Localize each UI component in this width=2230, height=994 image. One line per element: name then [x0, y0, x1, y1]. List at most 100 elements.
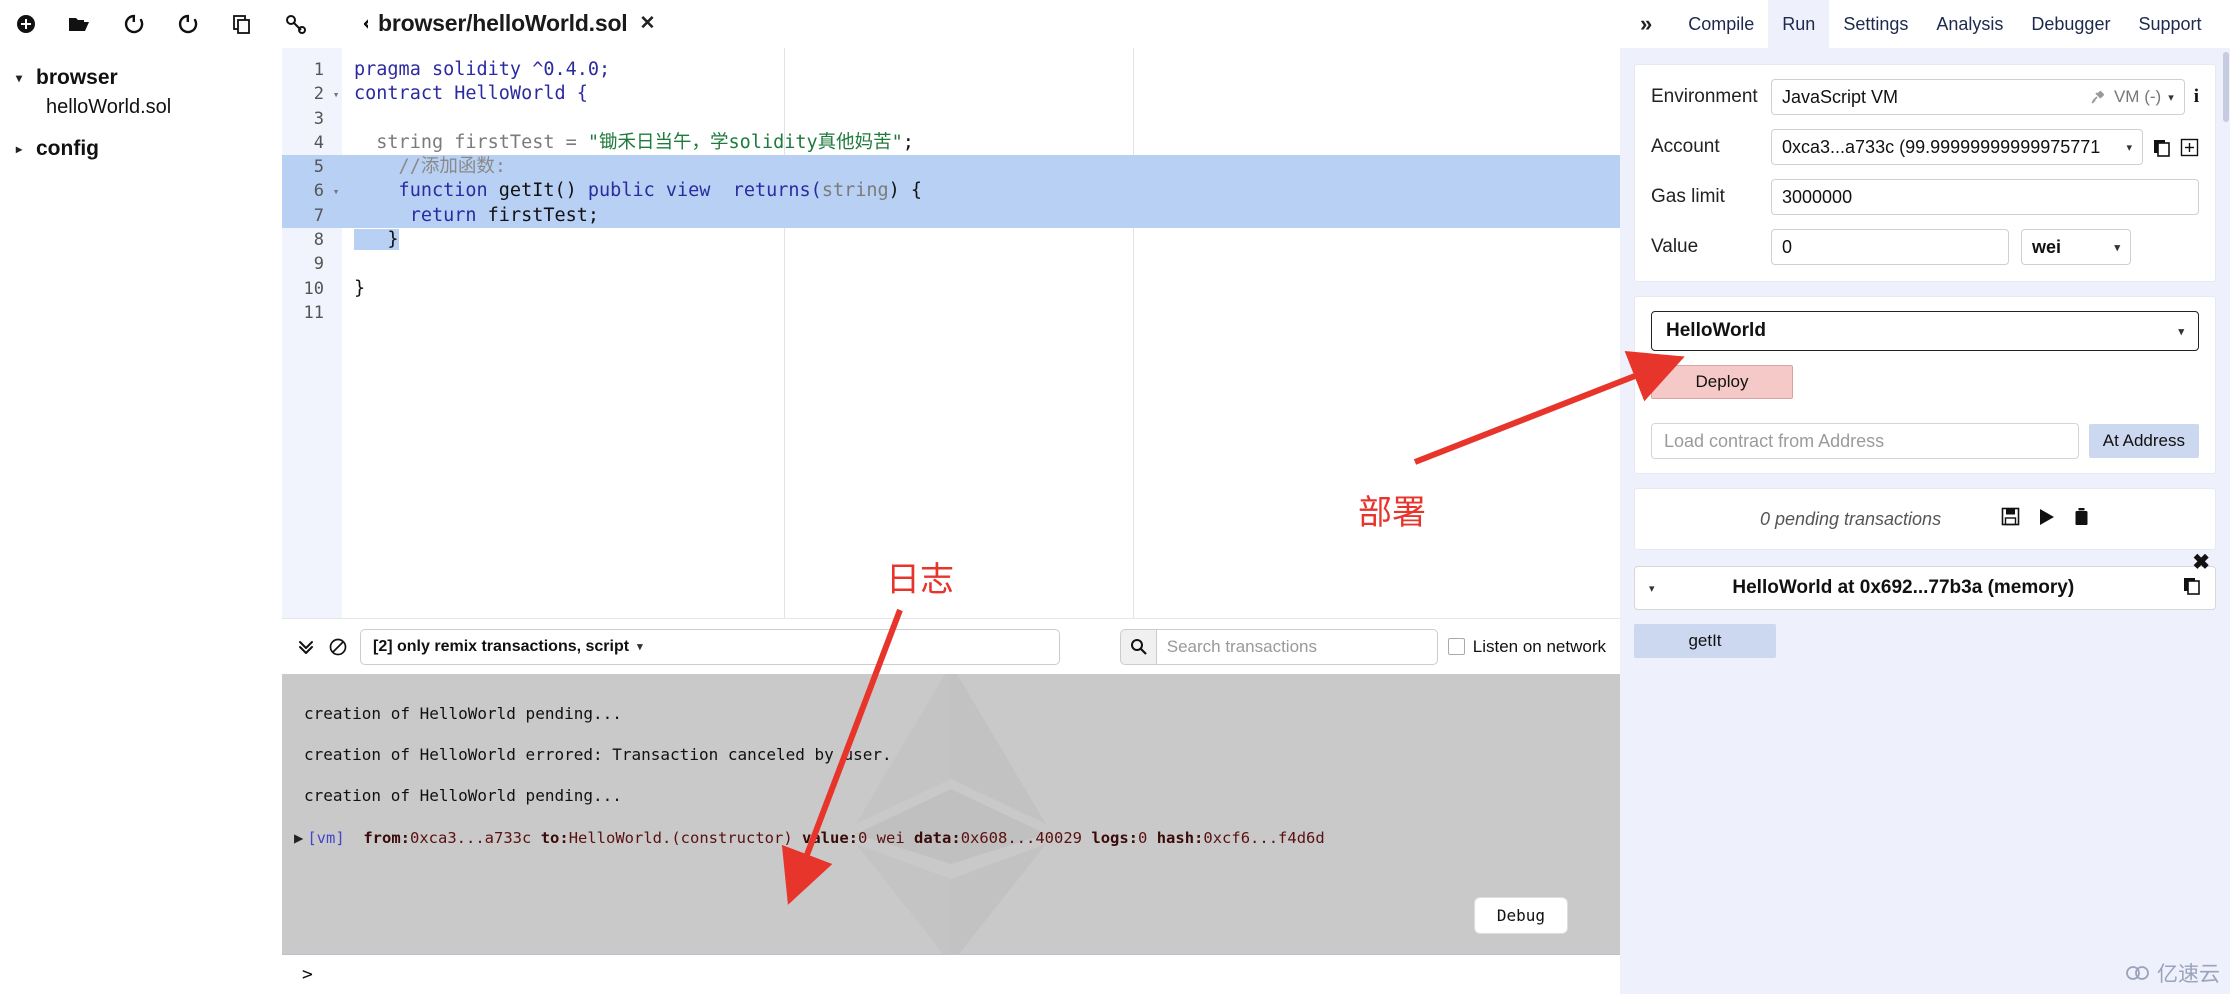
- fold-marker[interactable]: [330, 107, 342, 131]
- code-token: string: [821, 180, 889, 202]
- deploy-button[interactable]: Deploy: [1651, 365, 1793, 399]
- fold-marker[interactable]: [330, 277, 342, 301]
- run-panel: Environment JavaScript VM VM (-) ▾ i Acc…: [1620, 48, 2230, 994]
- line-number: 3: [313, 108, 324, 129]
- tx-to-value: HelloWorld.(constructor): [568, 829, 793, 847]
- account-row: Account 0xca3...a733c (99.99999999999975…: [1651, 129, 2199, 165]
- editor-file-tab[interactable]: browser/helloWorld.sol ✕: [368, 0, 672, 48]
- file-tree-folder-config[interactable]: ▸ config: [16, 137, 282, 161]
- gas-limit-input[interactable]: 3000000: [1771, 179, 2199, 215]
- play-icon[interactable]: [2038, 508, 2055, 531]
- line-number: 9: [313, 254, 324, 275]
- debug-button[interactable]: Debug: [1473, 897, 1568, 934]
- tx-data-label: data:: [914, 829, 961, 847]
- tab-settings[interactable]: Settings: [1829, 0, 1922, 49]
- right-panel-scrollbar-track[interactable]: [2222, 48, 2230, 994]
- instance-title: HelloWorld at 0x692...77b3a (memory): [1732, 577, 2075, 598]
- tab-analysis[interactable]: Analysis: [1922, 0, 2017, 49]
- terminal-prompt[interactable]: >: [282, 954, 1620, 994]
- fold-marker[interactable]: [330, 301, 342, 325]
- terminal-log-line: creation of HelloWorld errored: Transact…: [304, 745, 892, 764]
- trash-icon[interactable]: [2073, 507, 2090, 531]
- code-line: 6 ▾ function getIt() public view returns…: [282, 179, 1620, 204]
- fold-marker[interactable]: [330, 131, 342, 155]
- chevron-down-icon[interactable]: ▾: [2168, 91, 2174, 104]
- code-line: 3: [282, 107, 1620, 131]
- prompt-caret: >: [302, 964, 313, 985]
- contract-select[interactable]: HelloWorld ▾: [1651, 311, 2199, 351]
- tx-from-value: 0xca3...a733c: [410, 829, 532, 847]
- terminal-log-line: creation of HelloWorld pending...: [304, 786, 622, 805]
- code-token: pragma solidity ^0.4.0;: [354, 59, 611, 80]
- copy-files-icon[interactable]: [230, 12, 254, 36]
- search-placeholder: Search transactions: [1166, 636, 1317, 656]
- close-icon[interactable]: ✕: [640, 14, 656, 33]
- new-file-icon[interactable]: [14, 12, 38, 36]
- listen-checkbox[interactable]: [1447, 638, 1465, 655]
- editor-code-area[interactable]: 1 pragma solidity ^0.4.0; 2 ▾ contract H…: [282, 58, 1620, 325]
- gas-limit-value: 3000000: [1782, 186, 1853, 207]
- search-icon[interactable]: [1119, 628, 1156, 665]
- info-icon[interactable]: i: [2194, 86, 2199, 108]
- github-sync-icon[interactable]: [122, 12, 146, 36]
- fold-marker[interactable]: ▾: [330, 179, 342, 203]
- chevron-right-icon[interactable]: ▸: [16, 142, 32, 156]
- fold-marker[interactable]: [330, 58, 342, 82]
- fold-marker[interactable]: ▾: [330, 82, 342, 106]
- deployed-instance-header[interactable]: ▾ HelloWorld at 0x692...77b3a (memory): [1634, 566, 2216, 610]
- right-panel-scrollbar-thumb[interactable]: [2223, 52, 2229, 122]
- collapse-terminal-icon[interactable]: [296, 637, 316, 657]
- chevron-down-icon[interactable]: ▾: [2114, 241, 2120, 254]
- open-folder-icon[interactable]: [68, 12, 92, 36]
- terminal-transaction-row[interactable]: ▶ [vm] from:0xca3...a733c to:HelloWorld.(…: [282, 829, 1620, 847]
- code-token: string firstTest =: [354, 131, 588, 153]
- chevron-down-icon[interactable]: ▾: [2126, 141, 2132, 154]
- file-explorer: ▾ browser helloWorld.sol ▸ config: [0, 48, 282, 994]
- tab-support[interactable]: Support: [2124, 0, 2215, 49]
- transaction-filter-select[interactable]: [2] only remix transactions, script ▾: [360, 628, 1060, 665]
- value-input[interactable]: 0: [1771, 229, 2009, 265]
- account-select[interactable]: 0xca3...a733c (99.99999999999975771 ▾: [1771, 129, 2143, 165]
- at-address-button[interactable]: At Address: [2088, 424, 2199, 458]
- chevron-down-icon[interactable]: ▾: [2178, 325, 2184, 338]
- terminal-toolbar: [2] only remix transactions, script ▾ Se…: [282, 618, 1620, 674]
- tab-debugger[interactable]: Debugger: [2017, 0, 2124, 49]
- chevron-down-icon[interactable]: ▾: [637, 640, 643, 653]
- watermark: 亿速云: [2126, 958, 2220, 988]
- close-instances-icon[interactable]: ✖: [2192, 550, 2210, 575]
- terminal-output[interactable]: creation of HelloWorld pending... creati…: [282, 674, 1620, 954]
- chevron-down-icon[interactable]: ▾: [16, 71, 32, 85]
- file-tree-folder-browser[interactable]: ▾ browser: [16, 66, 282, 90]
- load-contract-address-input[interactable]: Load contract from Address: [1651, 423, 2079, 459]
- search-transactions-input[interactable]: Search transactions: [1155, 628, 1438, 665]
- line-number: 2: [313, 84, 324, 105]
- copy-icon[interactable]: [2182, 576, 2201, 600]
- file-tree-label: config: [36, 137, 99, 160]
- link-icon[interactable]: [284, 12, 308, 36]
- code-line: 7 return firstTest;: [282, 203, 1620, 229]
- log-annotation: 日志: [886, 560, 954, 600]
- fold-marker[interactable]: [330, 228, 342, 252]
- tx-logs-label: logs:: [1091, 829, 1139, 847]
- fold-marker[interactable]: [330, 252, 342, 276]
- pending-transactions-text: 0 pending transactions: [1759, 508, 1942, 529]
- copy-account-icon[interactable]: [2152, 138, 2171, 157]
- contract-select-value: HelloWorld: [1666, 320, 1766, 341]
- tab-run[interactable]: Run: [1768, 0, 1830, 49]
- value-unit-select[interactable]: wei ▾: [2021, 229, 2131, 265]
- line-number: 8: [313, 230, 324, 251]
- add-account-icon[interactable]: [2180, 138, 2199, 157]
- environment-select[interactable]: JavaScript VM VM (-) ▾: [1771, 79, 2185, 115]
- fold-marker[interactable]: [330, 204, 342, 228]
- clear-terminal-icon[interactable]: [328, 637, 348, 657]
- watermark-text: 亿速云: [2157, 963, 2220, 986]
- fold-marker[interactable]: [330, 155, 342, 179]
- refresh-icon[interactable]: [176, 12, 200, 36]
- save-icon[interactable]: [2001, 507, 2020, 531]
- expand-transaction-icon[interactable]: ▶: [294, 829, 303, 847]
- listen-on-network-toggle[interactable]: Listen on network: [1447, 637, 1606, 657]
- tab-compile[interactable]: Compile: [1674, 0, 1768, 49]
- file-tree-file-helloworld[interactable]: helloWorld.sol: [46, 96, 282, 119]
- expand-panel-icon[interactable]: »: [1640, 11, 1652, 37]
- contract-function-getit-button[interactable]: getIt: [1634, 624, 1776, 658]
